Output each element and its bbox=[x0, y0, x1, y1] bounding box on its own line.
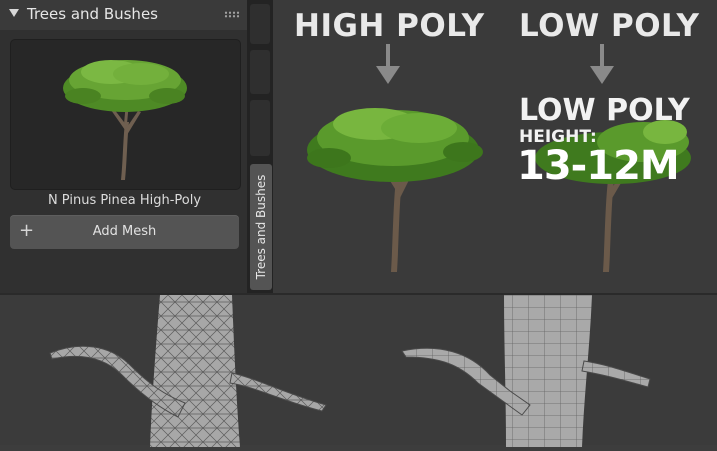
add-mesh-button[interactable]: + Add Mesh bbox=[10, 215, 239, 249]
high-poly-trunk-wireframe-icon bbox=[49, 295, 327, 447]
down-arrow-icon bbox=[590, 44, 614, 84]
wireframe-viewport[interactable] bbox=[0, 293, 717, 447]
wireframe-comparison bbox=[49, 295, 651, 447]
panel-header[interactable]: Trees and Bushes bbox=[0, 0, 247, 30]
asset-panel: Trees and Bushes N Pinus Pinea High-Poly… bbox=[0, 0, 247, 293]
tab-label: Trees and Bushes bbox=[254, 174, 268, 280]
sidebar-tab-slot[interactable] bbox=[250, 50, 270, 94]
asset-thumbnail[interactable] bbox=[10, 39, 241, 190]
panel-title: Trees and Bushes bbox=[27, 5, 158, 23]
down-arrow-icon bbox=[376, 44, 400, 84]
tab-trees-and-bushes[interactable]: Trees and Bushes bbox=[250, 164, 272, 290]
height-value: 13-12M bbox=[517, 143, 680, 189]
asset-name: N Pinus Pinea High-Poly bbox=[47, 193, 202, 208]
sidebar-tab-slot[interactable] bbox=[250, 100, 270, 156]
add-mesh-label: Add Mesh bbox=[92, 224, 157, 239]
low-poly-trunk-wireframe-icon bbox=[401, 295, 651, 447]
drag-grip-icon[interactable] bbox=[224, 11, 240, 18]
tree-preview-icon bbox=[63, 60, 187, 180]
collapse-arrow-icon[interactable] bbox=[9, 9, 19, 17]
sidebar-tab-slot[interactable] bbox=[250, 4, 270, 44]
low-poly-label: LOW POLY bbox=[519, 93, 690, 128]
preview-viewport[interactable]: HIGH POLY LOW POLY LOW POLY HEIGHT: 13-1… bbox=[273, 0, 717, 293]
high-poly-tree-icon bbox=[307, 108, 483, 272]
